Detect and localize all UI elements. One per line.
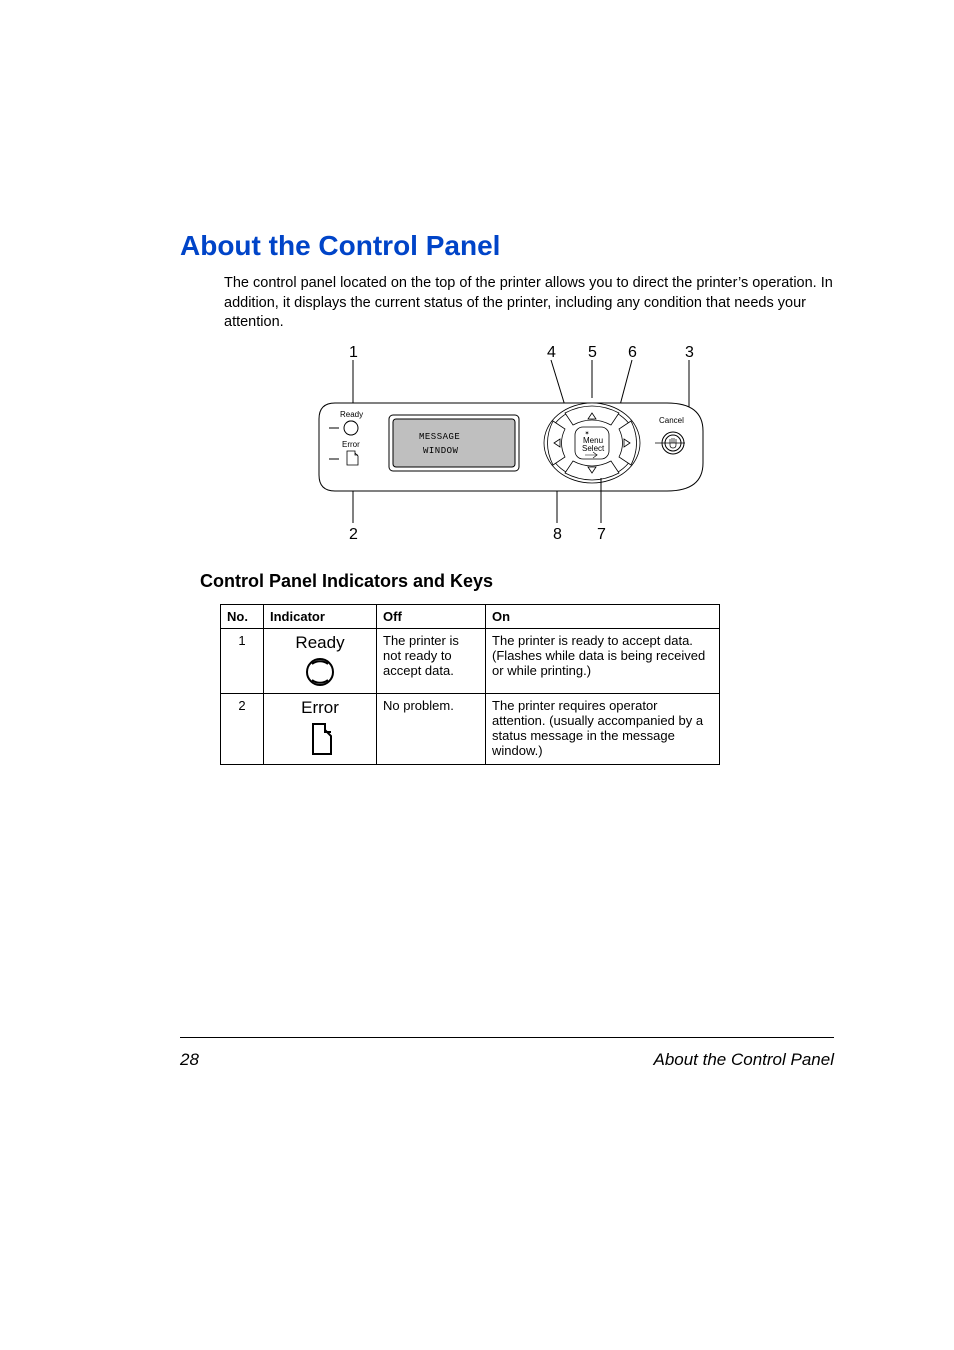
page-footer: 28 About the Control Panel: [180, 1050, 834, 1070]
col-on: On: [486, 604, 720, 628]
led-ready-label: Ready: [340, 410, 363, 419]
page-title: About the Control Panel: [180, 230, 834, 262]
footer-rule: [180, 1037, 834, 1038]
table-header-row: No. Indicator Off On: [221, 604, 720, 628]
callout-2: 2: [349, 526, 358, 543]
page-number: 28: [180, 1050, 199, 1070]
indicators-table: No. Indicator Off On 1 Ready: [220, 604, 720, 765]
control-panel-diagram: 1 4 5 6 3 Ready Error: [307, 343, 707, 543]
col-off: Off: [377, 604, 486, 628]
section-subtitle: Control Panel Indicators and Keys: [200, 571, 834, 592]
row2-on: The printer requires operator attention.…: [486, 693, 720, 764]
row2-indicator: Error: [264, 693, 377, 764]
callout-6: 6: [628, 344, 637, 361]
callout-5: 5: [588, 344, 597, 361]
callout-3: 3: [685, 344, 694, 361]
row1-on: The printer is ready to accept data. (Fl…: [486, 628, 720, 693]
row1-off: The printer is not ready to accept data.: [377, 628, 486, 693]
select-label: Select: [582, 444, 605, 453]
cancel-label: Cancel: [659, 416, 684, 425]
callout-4: 4: [547, 344, 556, 361]
col-indicator: Indicator: [264, 604, 377, 628]
message-window-line1: MESSAGE: [419, 432, 460, 442]
intro-paragraph: The control panel located on the top of …: [224, 274, 834, 333]
error-icon: [270, 720, 370, 760]
callout-7: 7: [597, 526, 606, 543]
row1-indicator: Ready: [264, 628, 377, 693]
error-label: Error: [270, 698, 370, 718]
footer-title: About the Control Panel: [653, 1050, 834, 1070]
table-row: 2 Error No problem. The printer requires…: [221, 693, 720, 764]
callout-1: 1: [349, 344, 358, 361]
ready-icon: [270, 655, 370, 689]
row2-off: No problem.: [377, 693, 486, 764]
table-row: 1 Ready The printer is not ready to acce…: [221, 628, 720, 693]
row1-no: 1: [221, 628, 264, 693]
callout-8: 8: [553, 526, 562, 543]
row2-no: 2: [221, 693, 264, 764]
message-window-line2: WINDOW: [423, 446, 459, 456]
led-error-label: Error: [342, 440, 360, 449]
ready-label: Ready: [270, 633, 370, 653]
col-no: No.: [221, 604, 264, 628]
